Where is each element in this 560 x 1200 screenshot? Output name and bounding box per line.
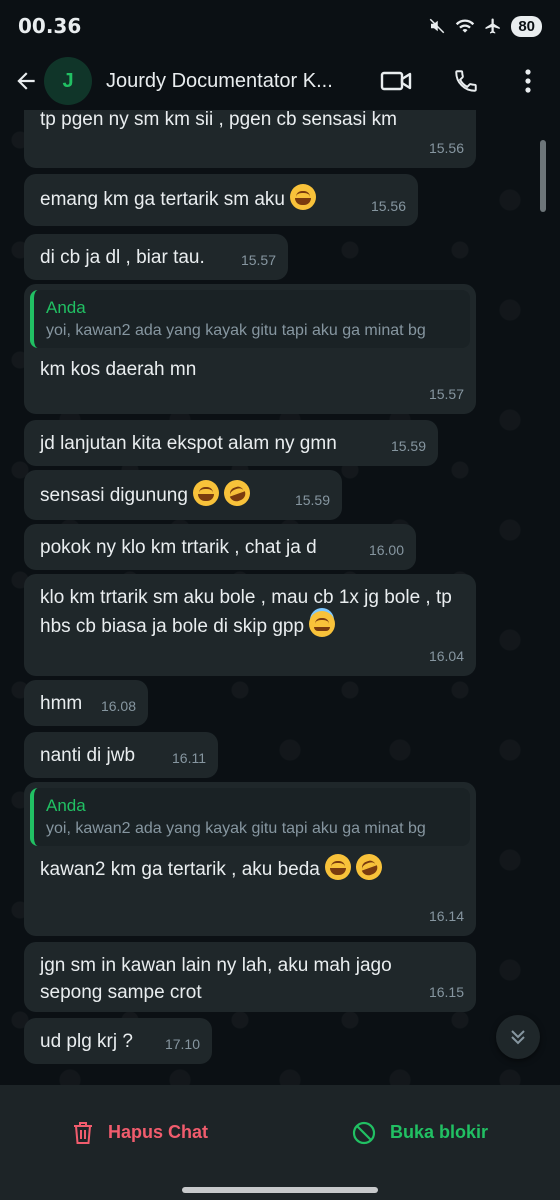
message-time: 16.08 xyxy=(100,698,136,714)
quote-author: Anda xyxy=(46,298,86,317)
message-bubble[interactable]: ud plg krj ? 17.10 xyxy=(24,1018,212,1064)
message-text: hmm xyxy=(40,693,83,714)
video-camera-icon xyxy=(380,71,412,91)
message-bubble[interactable]: sensasi digunung 15.59 xyxy=(24,470,342,520)
message-text: jd lanjutan kita ekspot alam ny gmn xyxy=(40,433,337,454)
delete-chat-button[interactable]: Hapus Chat xyxy=(0,1121,280,1145)
scroll-to-bottom-button[interactable] xyxy=(496,1015,540,1059)
message-text: pokok ny klo km trtarik , chat ja d xyxy=(40,537,317,558)
message-text: nanti di jwb xyxy=(40,745,136,766)
message-time: 16.00 xyxy=(368,542,404,558)
message-text: klo km trtarik sm aku bole , mau cb 1x j… xyxy=(40,587,452,637)
message-bubble[interactable]: di cb ja dl , biar tau. 15.57 xyxy=(24,234,288,280)
message-time: 16.15 xyxy=(428,984,464,1000)
message-bubble[interactable]: nanti di jwb 16.11 xyxy=(24,732,218,778)
unblock-label: Buka blokir xyxy=(389,1122,489,1142)
trash-icon xyxy=(73,1121,92,1144)
phone-icon xyxy=(455,70,477,92)
message-bubble[interactable]: pokok ny klo km trtarik , chat ja d 16.0… xyxy=(24,524,416,570)
message-time: 15.59 xyxy=(294,492,330,508)
message-text: kawan2 km ga tertarik , aku beda xyxy=(40,859,320,880)
airplane-icon xyxy=(483,16,503,36)
message-text: di cb ja dl , biar tau. xyxy=(40,247,205,268)
smiling-halo-emoji-icon xyxy=(309,611,336,637)
chat-messages[interactable]: tp pgen ny sm km sii , pgen cb sensasi k… xyxy=(0,110,560,1085)
arrow-left-icon xyxy=(17,72,35,90)
message-text: jgn sm in kawan lain ny lah, aku mah jag… xyxy=(40,955,392,1003)
contact-name[interactable]: Jourdy Documentator K... xyxy=(106,70,358,93)
message-time: 15.57 xyxy=(428,386,464,402)
message-time: 16.14 xyxy=(428,908,464,924)
status-time: 00.36 xyxy=(18,14,82,38)
scrollbar[interactable] xyxy=(540,140,546,212)
message-bubble[interactable]: Anda yoi, kawan2 ada yang kayak gitu tap… xyxy=(24,782,476,936)
avatar[interactable]: J xyxy=(44,57,92,105)
message-text: km kos daerah mn xyxy=(40,359,197,380)
home-gesture-handle[interactable] xyxy=(182,1187,378,1193)
unblock-button[interactable]: Buka blokir xyxy=(280,1121,560,1145)
message-text: emang km ga tertarik sm aku xyxy=(40,189,285,210)
quote-text: yoi, kawan2 ada yang kayak gitu tapi aku… xyxy=(46,820,426,837)
message-text: ud plg krj ? xyxy=(40,1031,133,1052)
laughing-emoji-icon xyxy=(193,480,220,506)
message-bubble[interactable]: jgn sm in kawan lain ny lah, aku mah jag… xyxy=(24,942,476,1012)
video-call-button[interactable] xyxy=(372,57,420,105)
quote-author: Anda xyxy=(46,796,86,815)
laughing-emoji-icon xyxy=(290,184,317,210)
status-icons: 80 xyxy=(427,15,542,37)
message-time: 15.56 xyxy=(428,140,464,156)
message-time: 16.04 xyxy=(428,648,464,664)
mute-icon xyxy=(427,16,447,36)
back-button[interactable] xyxy=(2,57,50,105)
double-chevron-down-icon xyxy=(511,1030,525,1045)
quoted-message[interactable]: Anda yoi, kawan2 ada yang kayak gitu tap… xyxy=(30,788,470,846)
message-time: 17.10 xyxy=(164,1036,200,1052)
battery-level: 80 xyxy=(511,15,542,37)
block-icon xyxy=(352,1121,376,1144)
message-time: 15.59 xyxy=(390,438,426,454)
message-bubble[interactable]: tp pgen ny sm km sii , pgen cb sensasi k… xyxy=(24,110,476,168)
message-time: 15.56 xyxy=(370,198,406,214)
navigation-bar xyxy=(0,1180,560,1200)
rofl-emoji-icon xyxy=(220,476,255,510)
message-time: 16.11 xyxy=(172,750,206,766)
blocked-contact-bar: Hapus Chat Buka blokir xyxy=(0,1085,560,1180)
quote-text: yoi, kawan2 ada yang kayak gitu tapi aku… xyxy=(46,322,426,339)
delete-chat-label: Hapus Chat xyxy=(107,1122,208,1142)
message-bubble[interactable]: emang km ga tertarik sm aku 15.56 xyxy=(24,174,418,226)
message-bubble[interactable]: hmm 16.08 xyxy=(24,680,148,726)
message-text: sensasi digunung xyxy=(40,485,188,506)
wifi-icon xyxy=(455,16,475,36)
more-options-button[interactable] xyxy=(504,57,552,105)
rofl-emoji-icon xyxy=(352,850,387,884)
more-vertical-icon xyxy=(525,69,531,93)
chat-header: J Jourdy Documentator K... xyxy=(0,52,560,110)
quoted-message[interactable]: Anda yoi, kawan2 ada yang kayak gitu tap… xyxy=(30,290,470,348)
message-text: tp pgen ny sm km sii , pgen cb sensasi k… xyxy=(40,110,397,130)
message-time: 15.57 xyxy=(240,252,276,268)
message-bubble[interactable]: klo km trtarik sm aku bole , mau cb 1x j… xyxy=(24,574,476,676)
status-bar: 00.36 80 xyxy=(0,0,560,52)
message-bubble[interactable]: Anda yoi, kawan2 ada yang kayak gitu tap… xyxy=(24,284,476,414)
laughing-emoji-icon xyxy=(325,854,352,880)
message-bubble[interactable]: jd lanjutan kita ekspot alam ny gmn 15.5… xyxy=(24,420,438,466)
voice-call-button[interactable] xyxy=(442,57,490,105)
